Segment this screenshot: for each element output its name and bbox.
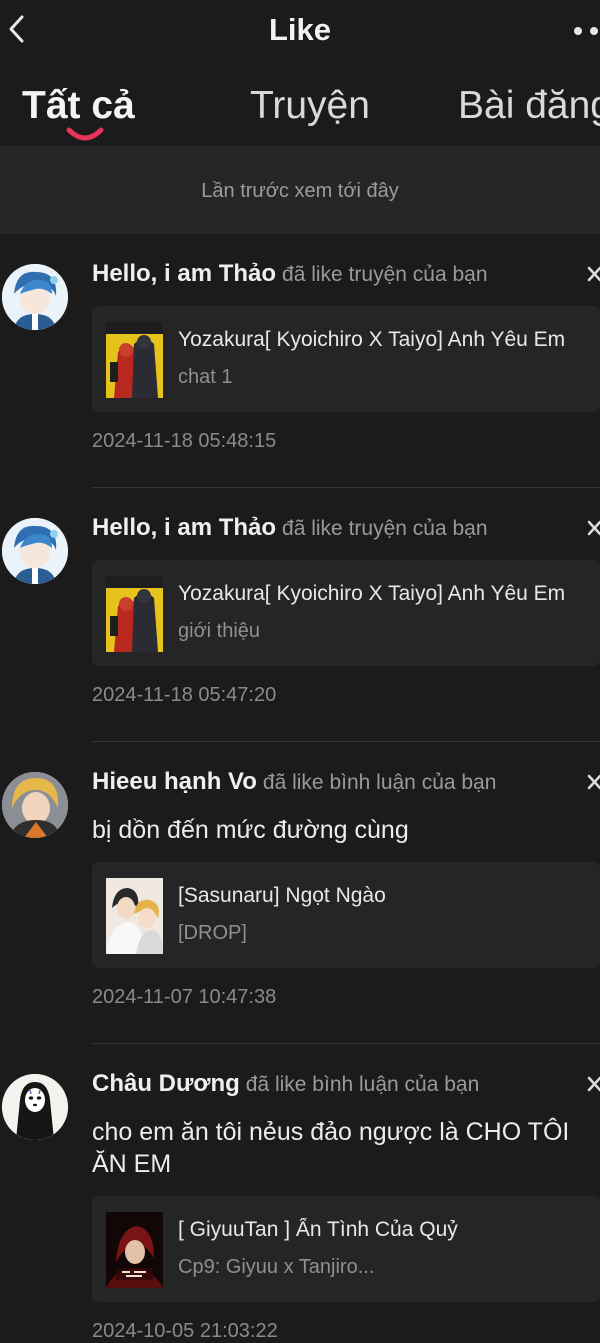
avatar[interactable] — [2, 772, 68, 838]
action-text: đã like truyện của bạn — [282, 263, 488, 286]
last-viewed-banner: Lần trước xem tới đây — [0, 146, 600, 234]
tab-stories[interactable]: Truyện — [250, 84, 370, 128]
story-title: Yozakura[ Kyoichiro X Taiyo] Anh Yêu Em — [178, 582, 566, 605]
story-card[interactable]: [ GiyuuTan ] Ấn Tình Của Quỷ Cp9: Giyuu … — [92, 1196, 600, 1302]
story-chapter: chat 1 — [178, 366, 233, 388]
close-icon[interactable] — [586, 518, 600, 538]
tab-posts[interactable]: Bài đăng — [458, 84, 600, 128]
user-name[interactable]: Hello, i am Thảo — [92, 260, 276, 287]
timestamp: 2024-11-07 10:47:38 — [92, 986, 277, 1008]
notification-item[interactable]: Châu Dương đã like bình luận của bạn cho … — [0, 1044, 600, 1342]
notification-item[interactable]: Hello, i am Thảo đã like truyện của bạn Y… — [0, 234, 600, 488]
action-text: đã like bình luận của bạn — [245, 1073, 480, 1096]
timestamp: 2024-10-05 21:03:22 — [92, 1320, 278, 1342]
last-viewed-text: Lần trước xem tới đây — [201, 180, 399, 202]
avatar[interactable] — [2, 1074, 68, 1140]
story-card[interactable]: [Sasunaru] Ngọt Ngào [DROP] — [92, 862, 600, 968]
user-name[interactable]: Hieeu hạnh Vo — [92, 768, 257, 795]
story-card[interactable]: Yozakura[ Kyoichiro X Taiyo] Anh Yêu Em … — [92, 560, 600, 666]
tab-all[interactable]: Tất cả — [22, 84, 135, 128]
story-chapter: [DROP] — [178, 922, 247, 944]
close-icon[interactable] — [586, 264, 600, 284]
story-title: [Sasunaru] Ngọt Ngào — [178, 884, 386, 907]
story-chapter: giới thiệu — [178, 620, 261, 642]
timestamp: 2024-11-18 05:47:20 — [92, 684, 277, 706]
notification-item[interactable]: Hello, i am Thảo đã like truyện của bạn Y… — [0, 488, 600, 742]
story-card[interactable]: Yozakura[ Kyoichiro X Taiyo] Anh Yêu Em … — [92, 306, 600, 412]
notification-item[interactable]: Hieeu hạnh Vo đã like bình luận của bạn b… — [0, 742, 600, 1044]
comment-text: bị dồn đến mức đường cùng — [92, 816, 409, 844]
user-name[interactable]: Châu Dương — [92, 1070, 240, 1097]
close-icon[interactable] — [586, 772, 600, 792]
story-title: Yozakura[ Kyoichiro X Taiyo] Anh Yêu Em — [178, 328, 566, 351]
avatar[interactable] — [2, 264, 68, 330]
story-cover — [106, 576, 163, 652]
story-cover — [106, 878, 163, 954]
header-bar: Like — [0, 0, 600, 60]
action-text: đã like truyện của bạn — [282, 517, 488, 540]
action-text: đã like bình luận của bạn — [262, 771, 497, 794]
page-title: Like — [268, 12, 332, 47]
story-cover — [106, 322, 163, 398]
story-cover — [106, 1212, 163, 1288]
story-title: [ GiyuuTan ] Ấn Tình Của Quỷ — [178, 1218, 458, 1241]
active-tab-indicator — [66, 127, 104, 141]
user-name[interactable]: Hello, i am Thảo — [92, 514, 276, 541]
comment-text: cho em ăn tôi nẻus đảo ngược là CHO TÔI … — [92, 1118, 570, 1178]
avatar[interactable] — [2, 518, 68, 584]
more-dots-icon[interactable] — [568, 24, 600, 38]
story-chapter: Cp9: Giyuu x Tanjiro... — [178, 1256, 375, 1278]
close-icon[interactable] — [586, 1074, 600, 1094]
timestamp: 2024-11-18 05:48:15 — [92, 430, 277, 452]
